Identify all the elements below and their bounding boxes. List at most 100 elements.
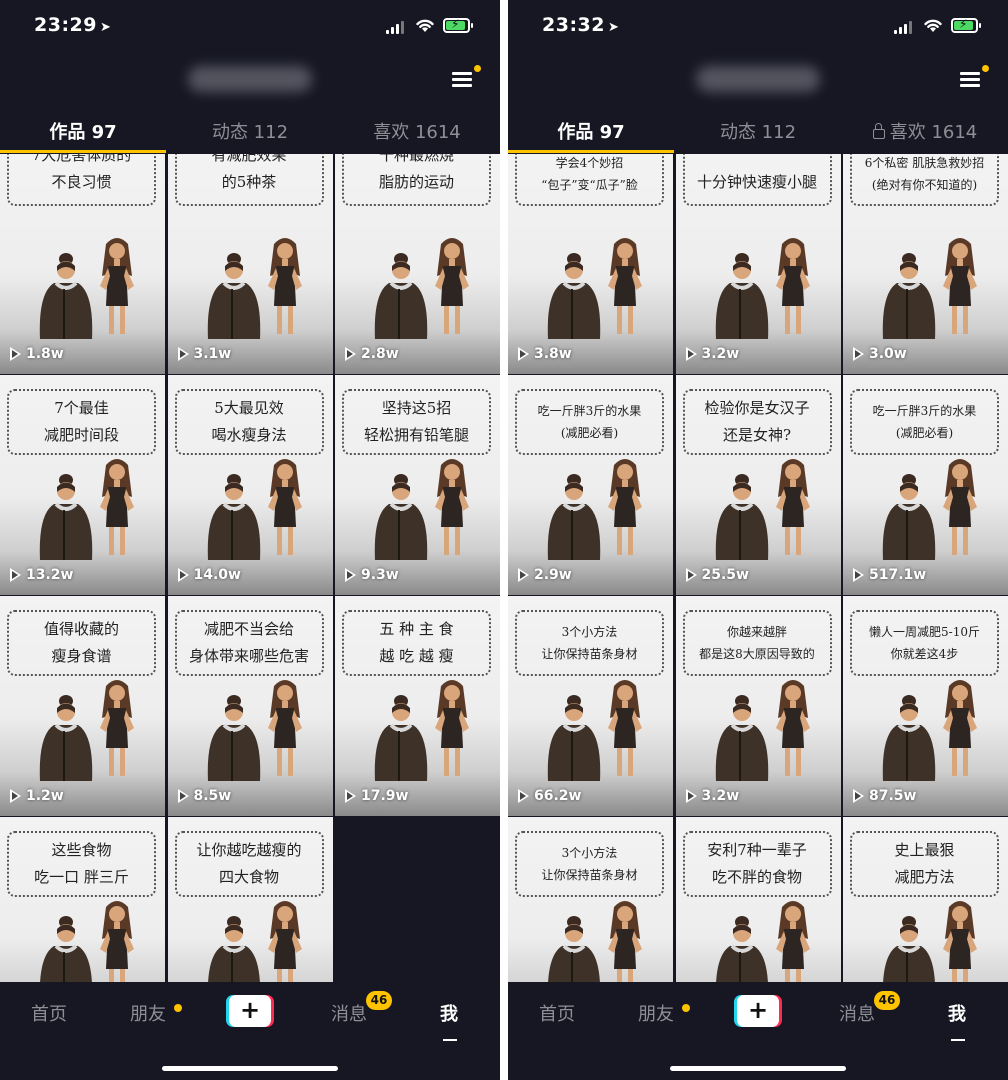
video-caption-line: 十种最燃烧 xyxy=(378,154,454,164)
video-thumbnail[interactable]: 值得收藏的 瘦身食谱 1.2w xyxy=(0,596,165,816)
play-icon xyxy=(685,568,697,582)
video-caption-box: 有减肥效果 的5种茶 xyxy=(174,154,324,206)
tab-likes[interactable]: 喜欢 1614 xyxy=(334,118,500,144)
tab-likes[interactable]: 喜欢 1614 xyxy=(842,118,1008,144)
nav-inbox[interactable]: 消息 xyxy=(839,1000,875,1026)
status-time-text: 23:29 xyxy=(34,14,97,36)
video-thumbnail[interactable]: 有减肥效果 的5种茶 3.1w xyxy=(167,154,333,374)
overweight-figure-illustration xyxy=(882,474,936,560)
status-time: 23:29 ➤ xyxy=(34,14,111,36)
video-thumbnail[interactable]: 吃一斤胖3斤的水果 (减肥必看) 517.1w xyxy=(843,375,1008,595)
video-thumbnail[interactable]: 检验你是女汉子 还是女神? 25.5w xyxy=(675,375,841,595)
inbox-badge: 46 xyxy=(366,991,392,1010)
video-thumbnail[interactable]: 3个小方法 让你保持苗条身材 66.2w xyxy=(508,596,673,816)
video-thumbnail[interactable]: 懒人一周减肥5-10斤 你就差这4步 87.5w xyxy=(843,596,1008,816)
video-caption-line: 吃一口 胖三斤 xyxy=(34,868,129,886)
phone-screen-right: 23:32 ➤ ⚡ 作品 97 动态 112 喜欢 1614 学会4个妙招 “包子”… xyxy=(508,0,1008,1080)
video-caption-line: 7大危害体质的 xyxy=(31,154,132,164)
location-arrow-icon: ➤ xyxy=(607,20,620,35)
video-caption-box: 十种最燃烧 脂肪的运动 xyxy=(342,154,491,206)
home-indicator xyxy=(670,1066,846,1071)
video-thumbnail[interactable]: 十种最燃烧 脂肪的运动 2.8w xyxy=(335,154,500,374)
play-count-text: 1.8w xyxy=(26,346,64,362)
play-icon xyxy=(518,347,529,361)
menu-icon[interactable] xyxy=(452,72,472,88)
video-caption-box: 3个小方法 让你保持苗条身材 xyxy=(515,610,664,676)
video-caption-line: 让你保持苗条身材 xyxy=(541,868,638,882)
create-button[interactable]: + xyxy=(226,995,274,1027)
play-count: 9.3w xyxy=(345,567,399,583)
create-plus-icon: + xyxy=(737,995,779,1027)
nav-me[interactable]: 我 xyxy=(440,1000,458,1026)
video-caption-line: 吃不胖的食物 xyxy=(711,868,802,886)
slim-figure-illustration xyxy=(435,238,469,334)
play-icon xyxy=(177,568,189,582)
tab-posts[interactable]: 动态 112 xyxy=(675,118,841,144)
menu-icon[interactable] xyxy=(960,72,980,88)
overweight-figure-illustration xyxy=(39,474,93,560)
video-thumbnail[interactable]: 学会4个妙招 “包子”变“瓜子”脸 3.8w xyxy=(508,154,673,374)
play-icon xyxy=(518,789,529,803)
video-thumbnail[interactable]: 6个私密 肌肤急救妙招 (绝对有你不知道的) 3.0w xyxy=(843,154,1008,374)
play-count-text: 13.2w xyxy=(26,567,74,583)
video-caption-line: (绝对有你不知道的) xyxy=(871,178,978,192)
nav-friends[interactable]: 朋友 xyxy=(130,1000,166,1026)
play-count: 8.5w xyxy=(177,788,231,804)
slim-figure-illustration xyxy=(435,680,469,776)
nav-me[interactable]: 我 xyxy=(948,1000,966,1026)
nav-home[interactable]: 首页 xyxy=(539,1000,575,1026)
overweight-figure-illustration xyxy=(374,253,428,339)
video-grid: 7大危害体质的 不良习惯 1.8w 有减肥效果 的5种茶 3.1w 十种最燃烧 脂肪的运动 2.… xyxy=(0,154,500,1037)
video-caption-line: 减肥时间段 xyxy=(43,426,119,444)
play-icon xyxy=(10,789,21,803)
play-count-text: 14.0w xyxy=(193,567,241,583)
video-thumbnail[interactable]: 五 种 主 食越 吃 越 瘦 17.9w xyxy=(335,596,500,816)
signal-icon xyxy=(894,20,914,34)
friends-dot xyxy=(174,1004,182,1012)
video-caption-box: 坚持这5招 轻松拥有铅笔腿 xyxy=(342,389,491,455)
signal-icon xyxy=(386,20,406,34)
nav-home[interactable]: 首页 xyxy=(31,1000,67,1026)
tab-posts-label: 动态 112 xyxy=(211,122,289,143)
video-thumbnail[interactable]: 坚持这5招 轻松拥有铅笔腿 9.3w xyxy=(335,375,500,595)
video-caption-line: 让你越吃越瘦的 xyxy=(196,841,302,859)
video-caption-box: 7个最佳 减肥时间段 xyxy=(7,389,156,455)
video-thumbnail[interactable]: 吃一斤胖3斤的水果 (减肥必看) 2.9w xyxy=(508,375,673,595)
overweight-figure-illustration xyxy=(39,695,93,781)
play-icon xyxy=(853,347,864,361)
tab-works[interactable]: 作品 97 xyxy=(508,118,674,144)
slim-figure-illustration xyxy=(267,238,302,334)
video-caption-line: 5大最见效 xyxy=(214,399,284,417)
play-count: 1.8w xyxy=(10,346,64,362)
play-count: 1.2w xyxy=(10,788,64,804)
overweight-figure-illustration xyxy=(374,474,428,560)
video-thumbnail[interactable]: 你越来越胖 都是这8大原因导致的 3.2w xyxy=(675,596,841,816)
tab-works[interactable]: 作品 97 xyxy=(0,118,166,144)
nav-inbox[interactable]: 消息 xyxy=(331,1000,367,1026)
play-count: 3.1w xyxy=(177,346,231,362)
nav-friends[interactable]: 朋友 xyxy=(638,1000,674,1026)
tab-posts[interactable]: 动态 112 xyxy=(167,118,333,144)
slim-figure-illustration xyxy=(943,238,977,334)
video-caption-box: 十分钟快速瘦小腿 xyxy=(682,154,832,206)
play-count: 17.9w xyxy=(345,788,408,804)
friends-dot xyxy=(682,1004,690,1012)
video-thumbnail[interactable]: 7个最佳 减肥时间段 13.2w xyxy=(0,375,165,595)
video-caption-box: 懒人一周减肥5-10斤 你就差这4步 xyxy=(850,610,999,676)
video-caption-line: 这些食物 xyxy=(51,841,112,859)
video-caption-box: 吃一斤胖3斤的水果 (减肥必看) xyxy=(850,389,999,455)
play-count-text: 17.9w xyxy=(361,788,409,804)
video-thumbnail[interactable]: 7大危害体质的 不良习惯 1.8w xyxy=(0,154,165,374)
video-caption-box: 这些食物吃一口 胖三斤 xyxy=(7,831,156,897)
tab-works-label: 作品 97 xyxy=(49,122,117,143)
slim-figure-illustration xyxy=(943,680,977,776)
video-thumbnail[interactable]: 减肥不当会给 身体带来哪些危害 8.5w xyxy=(167,596,333,816)
video-thumbnail[interactable]: 5大最见效 喝水瘦身法 14.0w xyxy=(167,375,333,595)
overweight-figure-illustration xyxy=(715,474,768,560)
video-thumbnail[interactable]: 十分钟快速瘦小腿 3.2w xyxy=(675,154,841,374)
video-caption-line: 十分钟快速瘦小腿 xyxy=(696,173,817,191)
overweight-figure-illustration xyxy=(207,253,260,339)
overweight-figure-illustration xyxy=(39,253,93,339)
create-button[interactable]: + xyxy=(734,995,782,1027)
video-caption-box: 减肥不当会给 身体带来哪些危害 xyxy=(174,610,324,676)
